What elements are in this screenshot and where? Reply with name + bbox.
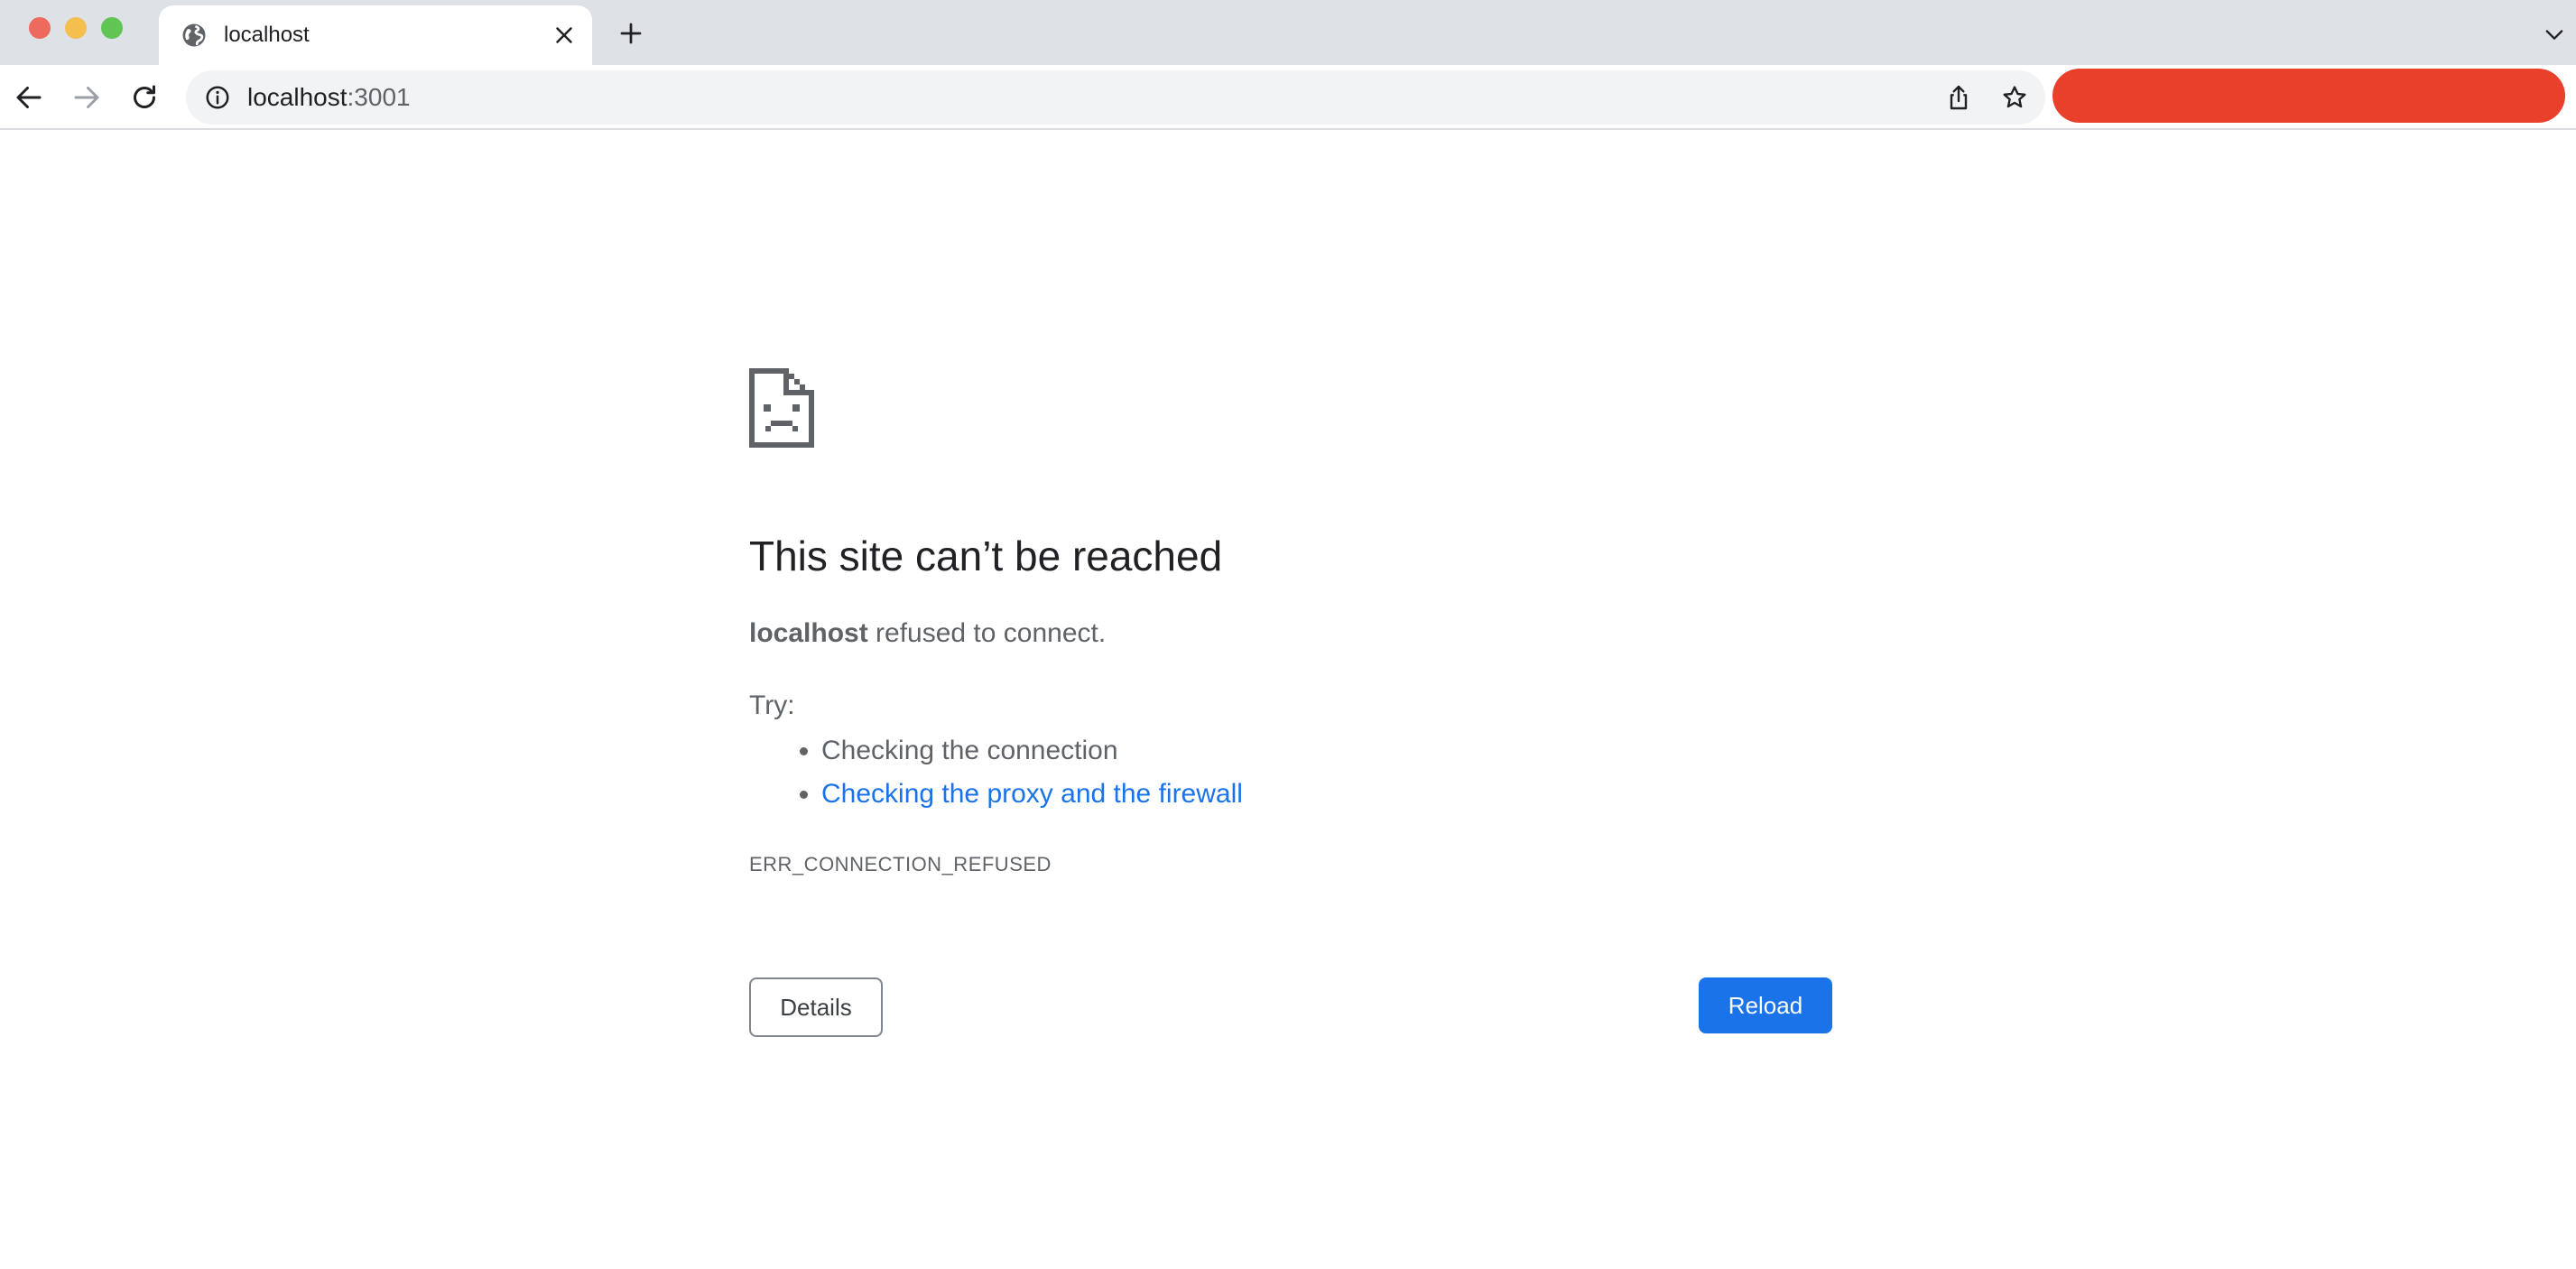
back-arrow-icon[interactable] bbox=[13, 81, 45, 114]
tab-title: localhost bbox=[224, 23, 310, 47]
globe-icon bbox=[182, 23, 206, 47]
window-zoom-button[interactable] bbox=[101, 17, 123, 39]
suggestion-item: Checking the connection bbox=[821, 729, 1243, 773]
sad-page-icon bbox=[749, 368, 814, 448]
suggestion-item: Checking the proxy and the firewall bbox=[821, 773, 1243, 816]
new-tab-plus-icon[interactable] bbox=[617, 20, 644, 47]
error-host: localhost bbox=[749, 618, 868, 648]
bookmark-star-icon[interactable] bbox=[2000, 83, 2029, 112]
error-code: ERR_CONNECTION_REFUSED bbox=[749, 853, 1052, 875]
forward-arrow-icon[interactable] bbox=[70, 81, 103, 114]
suggestion-list: Checking the connection Checking the pro… bbox=[749, 729, 1243, 816]
reload-button[interactable]: Reload bbox=[1699, 977, 1832, 1033]
profile-button[interactable] bbox=[2052, 69, 2565, 123]
close-icon[interactable] bbox=[551, 22, 578, 49]
url-text[interactable]: localhost:3001 bbox=[247, 83, 411, 112]
error-message: localhost refused to connect. bbox=[749, 617, 1106, 650]
url-port: :3001 bbox=[347, 83, 411, 111]
window-close-button[interactable] bbox=[29, 17, 51, 39]
details-button[interactable]: Details bbox=[749, 977, 883, 1037]
proxy-firewall-link[interactable]: Checking the proxy and the firewall bbox=[821, 779, 1243, 809]
share-icon[interactable] bbox=[1944, 83, 1973, 112]
suggestion-text: Checking the connection bbox=[821, 736, 1118, 765]
browser-toolbar: localhost:3001 bbox=[0, 65, 2576, 130]
reload-icon[interactable] bbox=[128, 81, 161, 114]
try-label: Try: bbox=[749, 690, 795, 720]
tab-strip: localhost bbox=[0, 0, 2576, 65]
tab-localhost[interactable]: localhost bbox=[159, 5, 592, 65]
error-message-suffix: refused to connect. bbox=[867, 618, 1107, 648]
url-host: localhost bbox=[247, 83, 347, 111]
address-bar[interactable]: localhost:3001 bbox=[186, 70, 2045, 125]
chevron-down-icon[interactable] bbox=[2542, 22, 2567, 47]
info-icon[interactable] bbox=[204, 84, 231, 111]
window-minimize-button[interactable] bbox=[65, 17, 87, 39]
error-title: This site can’t be reached bbox=[749, 533, 1223, 579]
